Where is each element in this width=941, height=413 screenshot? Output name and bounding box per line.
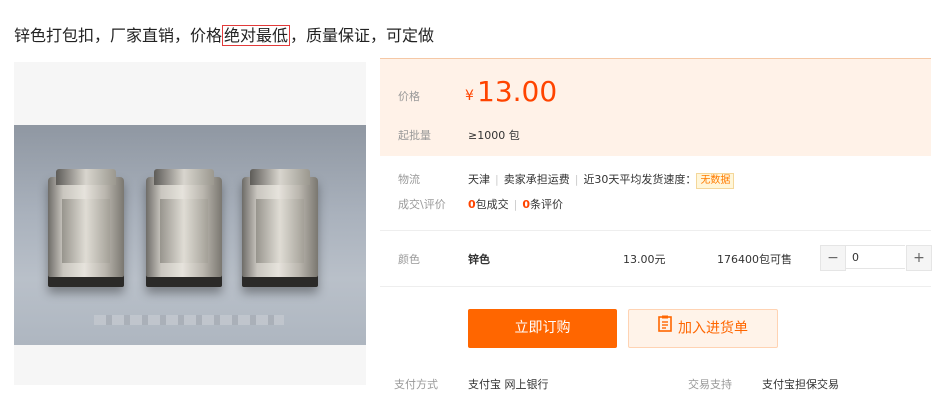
logistics-info: 天津 | 卖家承担运费 | 近30天平均发货速度： 无数据 xyxy=(468,171,735,189)
price-box: 价格 ¥ 13.00 起批量 ≥1000 包 xyxy=(380,58,931,156)
minus-icon[interactable]: − xyxy=(820,245,846,271)
ship-speed-badge: 无数据 xyxy=(696,173,735,189)
blurred-watermark xyxy=(94,315,284,325)
clip-image-3 xyxy=(242,169,318,287)
title-text: 锌色打包扣，厂家直销，价格 xyxy=(14,26,223,45)
deals-label: 成交\评价 xyxy=(398,198,446,211)
buy-now-button[interactable]: 立即订购 xyxy=(468,309,617,348)
add-to-cart-label: 加入进货单 xyxy=(678,320,748,337)
deals-link[interactable]: 包成交 xyxy=(476,198,509,211)
quantity-input[interactable]: 0 xyxy=(845,245,905,269)
sku-stock: 176400包可售 xyxy=(717,253,792,266)
ship-speed-label: 近30天平均发货速度： xyxy=(583,173,697,186)
payment-value: 支付宝 网上银行 xyxy=(468,378,549,391)
logistics-section: 物流 天津 | 卖家承担运费 | 近30天平均发货速度： 无数据 成交\评价 0包成交 | 0… xyxy=(380,155,931,231)
price-value: 13.00 xyxy=(477,75,558,108)
quantity-stepper: − 0 + xyxy=(820,245,932,271)
freight-info: 卖家承担运费 xyxy=(503,173,570,186)
trade-value: 支付宝担保交易 xyxy=(762,378,839,391)
payment-row: 支付方式 支付宝 网上银行 交易支持 支付宝担保交易 xyxy=(380,374,931,394)
deals-count: 0 xyxy=(468,198,476,211)
logistics-label: 物流 xyxy=(398,173,420,186)
purchase-panel: 价格 ¥ 13.00 起批量 ≥1000 包 物流 天津 | 卖家承担运费 | 近30天… xyxy=(380,58,932,413)
product-image[interactable] xyxy=(14,125,366,345)
trade-label: 交易支持 xyxy=(688,378,732,391)
price-label: 价格 xyxy=(398,90,420,103)
reviews-count: 0 xyxy=(522,198,531,211)
title-text-end: ，质量保证，可定做 xyxy=(290,26,435,45)
moq-label: 起批量 xyxy=(398,129,431,142)
sku-price: 13.00元 xyxy=(623,253,666,266)
product-title: 锌色打包扣，厂家直销，价格 绝对最低 ，质量保证，可定做 xyxy=(14,22,434,46)
origin-city: 天津 xyxy=(468,173,490,186)
plus-icon[interactable]: + xyxy=(906,245,932,271)
payment-label: 支付方式 xyxy=(394,378,438,391)
add-to-cart-button[interactable]: 加入进货单 xyxy=(628,309,778,348)
clip-image-1 xyxy=(48,169,124,287)
deals-info: 0包成交 | 0条评价 xyxy=(468,198,564,211)
document-cart-icon xyxy=(658,310,672,347)
currency-symbol: ¥ xyxy=(465,88,474,104)
sku-row: 颜色 锌色 13.00元 176400包可售 − 0 + xyxy=(380,230,932,287)
title-highlight: 绝对最低 xyxy=(222,25,291,46)
moq-value: ≥1000 包 xyxy=(468,129,520,142)
clip-image-2 xyxy=(146,169,222,287)
reviews-link[interactable]: 条评价 xyxy=(530,198,563,211)
sku-name: 锌色 xyxy=(468,253,490,266)
color-label: 颜色 xyxy=(398,253,420,266)
